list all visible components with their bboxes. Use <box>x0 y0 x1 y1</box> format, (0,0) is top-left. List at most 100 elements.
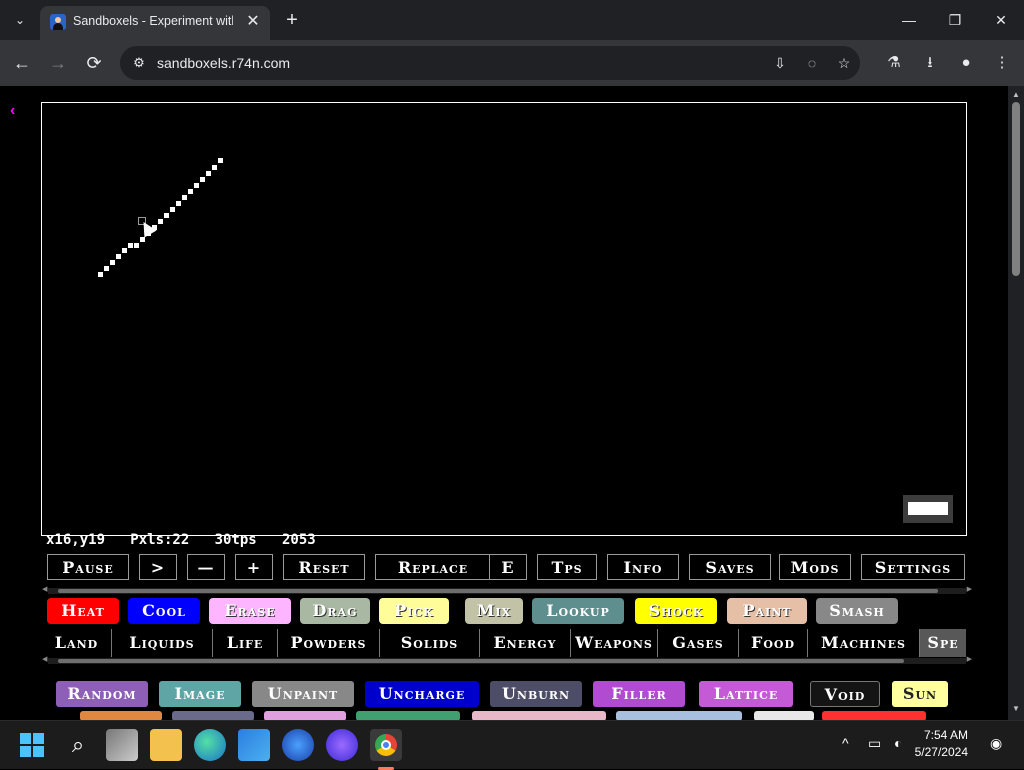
site-favicon-icon <box>50 14 66 30</box>
close-window-button[interactable]: ✕ <box>978 8 1024 32</box>
start-windows-icon[interactable] <box>20 733 44 757</box>
search-icon[interactable]: ⌕ <box>62 729 94 761</box>
page-scrollbar[interactable]: ▲ ▼ <box>1008 86 1024 720</box>
drawn-pixel <box>182 195 187 200</box>
element-button-partial[interactable] <box>472 711 606 720</box>
site-info-icon[interactable]: ⚙ <box>130 54 148 72</box>
replace-button[interactable]: Replace <box>375 554 491 580</box>
element-uncharge[interactable]: Uncharge <box>365 681 479 707</box>
tray-chevron-icon[interactable]: ^ <box>842 735 849 751</box>
scroll-left-icon[interactable]: ◀ <box>42 585 47 593</box>
back-chevron-icon[interactable]: ‹ <box>10 102 15 120</box>
category-machines[interactable]: Machines <box>808 629 920 657</box>
scroll-right-icon[interactable]: ▶ <box>967 655 972 663</box>
file-explorer-icon[interactable] <box>150 729 182 761</box>
scroll-up-icon[interactable]: ▲ <box>1011 90 1021 99</box>
tool-smash[interactable]: Smash <box>816 598 898 624</box>
url-text[interactable]: sandboxels.r74n.com <box>157 55 290 71</box>
scroll-down-icon[interactable]: ▼ <box>1011 704 1021 713</box>
element-button-partial[interactable] <box>172 711 254 720</box>
bookmark-star-icon[interactable]: ☆ <box>834 54 854 72</box>
notification-icon[interactable]: ◉ <box>990 735 1002 752</box>
labs-flask-icon[interactable]: ⚗ <box>883 52 905 74</box>
element-button-partial[interactable] <box>822 711 926 720</box>
profile-avatar-icon[interactable]: ● <box>955 52 977 74</box>
category-liquids[interactable]: Liquids <box>112 629 213 657</box>
e-button[interactable]: E <box>489 554 527 580</box>
category-energy[interactable]: Energy <box>480 629 571 657</box>
step-button[interactable]: > <box>139 554 177 580</box>
element-sun[interactable]: Sun <box>892 681 948 707</box>
saves-button[interactable]: Saves <box>689 554 771 580</box>
task-view-icon[interactable] <box>106 729 138 761</box>
tab-list-button[interactable]: ⌄ <box>8 8 32 32</box>
chrome-icon[interactable] <box>370 729 402 770</box>
edge-browser-icon[interactable] <box>194 729 226 761</box>
category-spe[interactable]: Spe <box>920 629 966 657</box>
game-canvas[interactable] <box>41 102 967 536</box>
element-button-partial[interactable] <box>356 711 460 720</box>
reload-button[interactable]: ⟳ <box>82 51 106 75</box>
category-life[interactable]: Life <box>213 629 278 657</box>
category-solids[interactable]: Solids <box>380 629 480 657</box>
tool-mix[interactable]: Mix <box>465 598 523 624</box>
category-weapons[interactable]: Weapons <box>571 629 658 657</box>
scroll-thumb[interactable] <box>58 589 938 593</box>
element-button-partial[interactable] <box>616 711 742 720</box>
active-tab[interactable]: Sandboxels - Experiment with P ✕ <box>40 6 270 40</box>
zoom-out-button[interactable]: — <box>187 554 225 580</box>
tab-close-button[interactable]: ✕ <box>244 13 262 31</box>
scroll-left-icon[interactable]: ◀ <box>42 655 47 663</box>
new-tab-button[interactable]: + <box>280 8 304 32</box>
minimize-button[interactable]: — <box>886 8 932 32</box>
network-icon[interactable]: ▭ <box>868 735 881 752</box>
system-clock[interactable]: 7:54 AM 5/27/2024 <box>915 727 968 761</box>
zoom-in-button[interactable]: + <box>235 554 273 580</box>
tool-lookup[interactable]: Lookup <box>532 598 624 624</box>
scroll-thumb[interactable] <box>58 659 904 663</box>
firefox-blue-icon[interactable] <box>282 729 314 761</box>
info-button[interactable]: Info <box>607 554 679 580</box>
category-powders[interactable]: Powders <box>278 629 380 657</box>
back-button[interactable]: ← <box>10 51 34 75</box>
tps-button[interactable]: Tps <box>537 554 597 580</box>
pause-button[interactable]: Pause <box>47 554 129 580</box>
settings-button[interactable]: Settings <box>861 554 965 580</box>
volume-icon[interactable]: ◐ <box>894 735 902 751</box>
tool-heat[interactable]: Heat <box>47 598 119 624</box>
maximize-button[interactable]: ❐ <box>932 8 978 32</box>
tool-drag[interactable]: Drag <box>300 598 370 624</box>
microsoft-store-icon[interactable] <box>238 729 270 761</box>
element-button-partial[interactable] <box>754 711 814 720</box>
element-void[interactable]: Void <box>810 681 880 707</box>
category-land[interactable]: Land <box>42 629 112 657</box>
address-bar[interactable]: ⚙ sandboxels.r74n.com ⇩ ◌ ☆ <box>120 46 860 80</box>
element-image[interactable]: Image <box>159 681 241 707</box>
install-app-icon[interactable]: ⇩ <box>770 54 790 72</box>
tool-pick[interactable]: Pick <box>379 598 449 624</box>
element-lattice[interactable]: Lattice <box>699 681 793 707</box>
browser-menu-icon[interactable]: ⋮ <box>991 52 1013 74</box>
firefox-nightly-icon[interactable] <box>326 729 358 761</box>
mods-button[interactable]: Mods <box>779 554 851 580</box>
forward-button[interactable]: → <box>46 51 70 75</box>
element-button-partial[interactable] <box>264 711 346 720</box>
category-scrollbar[interactable]: ◀ ▶ <box>42 656 972 664</box>
reset-button[interactable]: Reset <box>283 554 365 580</box>
tool-cool[interactable]: Cool <box>128 598 200 624</box>
page-scroll-thumb[interactable] <box>1012 102 1020 276</box>
tracking-protection-icon[interactable]: ◌ <box>802 54 822 72</box>
element-filler[interactable]: Filler <box>593 681 685 707</box>
element-unburn[interactable]: Unburn <box>490 681 582 707</box>
tool-shock[interactable]: Shock <box>635 598 717 624</box>
element-unpaint[interactable]: Unpaint <box>252 681 354 707</box>
control-scrollbar[interactable]: ◀ ▶ <box>42 586 972 594</box>
category-gases[interactable]: Gases <box>658 629 739 657</box>
tool-erase[interactable]: Erase <box>209 598 291 624</box>
downloads-icon[interactable]: ⭳ <box>919 52 941 74</box>
scroll-right-icon[interactable]: ▶ <box>967 585 972 593</box>
category-food[interactable]: Food <box>739 629 808 657</box>
element-button-partial[interactable] <box>80 711 162 720</box>
tool-paint[interactable]: Paint <box>727 598 807 624</box>
element-random[interactable]: Random <box>56 681 148 707</box>
